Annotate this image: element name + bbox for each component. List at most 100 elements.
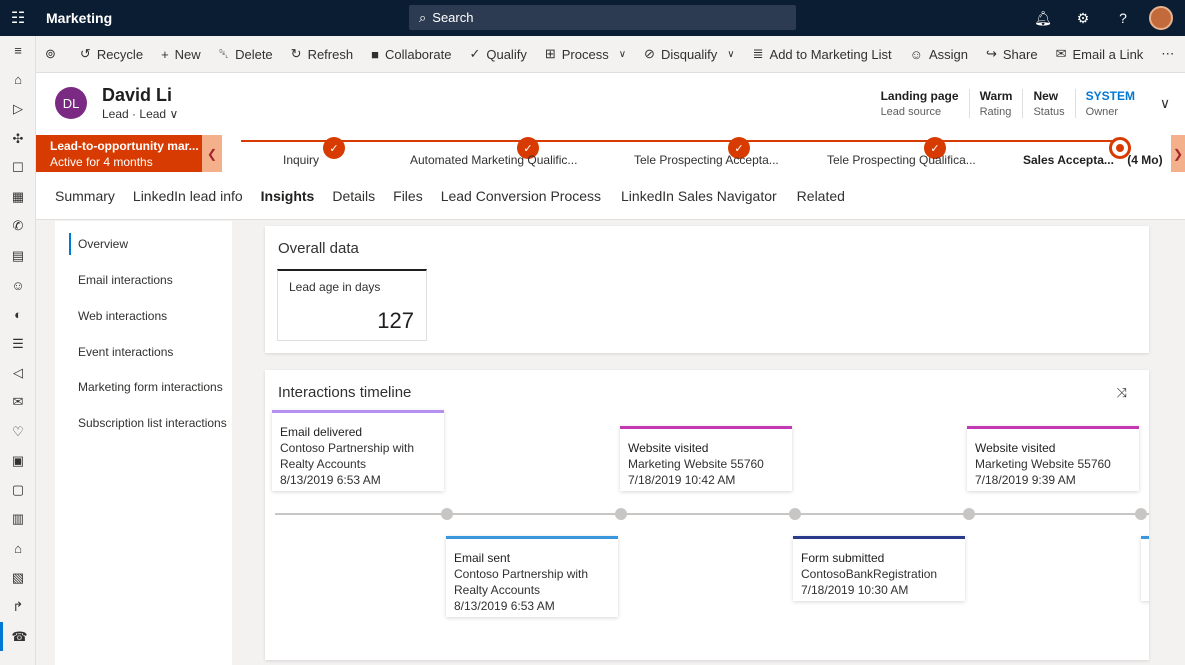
search-box[interactable]: ⌕ Search (409, 5, 796, 30)
help-icon[interactable]: ? (1103, 10, 1143, 26)
document-icon[interactable]: ☐ (0, 153, 36, 182)
side-item-marketing-form-interactions[interactable]: Marketing form interactions (69, 380, 223, 394)
chevron-right-icon[interactable]: ❯ (1171, 135, 1185, 172)
heart-icon[interactable]: ♡ (0, 417, 36, 446)
collaborate-button[interactable]: ■ Collaborate (362, 47, 460, 62)
stage-sales-acceptance[interactable]: Sales Accepta... (4 Mo) (1023, 153, 1163, 167)
interaction-date: 8/13/2019 6:53 AM (454, 599, 555, 613)
share-button[interactable]: ↪ Share (977, 46, 1047, 62)
refresh-icon: ↻ (290, 46, 302, 61)
megaphone-icon[interactable]: ◁ (0, 358, 36, 387)
delete-button[interactable]: ␡ Delete (210, 46, 282, 62)
user-avatar[interactable] (1149, 6, 1173, 30)
leads-icon[interactable]: ☎ (0, 621, 36, 652)
timeline-item-partial[interactable] (1141, 536, 1149, 601)
record-header: DL David Li Lead · Lead ∨ Landing page Le… (36, 73, 1185, 135)
person-icon[interactable]: ☺ (0, 270, 36, 299)
overall-data-title: Overall data (278, 240, 359, 257)
form-selector[interactable]: Lead ∨ (139, 107, 178, 121)
event-icon[interactable]: ▣ (0, 446, 36, 475)
tab-summary[interactable]: Summary (46, 188, 124, 204)
list-add-icon: ≣ (752, 46, 764, 61)
home-icon[interactable]: ⌂ (0, 65, 36, 94)
gear-icon[interactable]: ⚙ (1063, 10, 1103, 27)
tab-details[interactable]: Details (323, 188, 384, 204)
new-label: New (174, 46, 201, 62)
header-expand-chevron-icon[interactable]: ∨ (1145, 89, 1185, 118)
teams-icon: ■ (371, 46, 379, 62)
mail-icon[interactable]: ✉ (0, 388, 36, 417)
bell-icon[interactable]: 🔔︎ (1023, 10, 1063, 27)
record-name: David Li (102, 85, 173, 105)
process-flag[interactable]: Lead-to-opportunity mar... Active for 4 … (36, 135, 202, 172)
chevron-left-icon[interactable]: ❮ (202, 135, 222, 172)
app-name[interactable]: Marketing (46, 10, 112, 26)
assign-button[interactable]: ☺ Assign (901, 47, 977, 62)
stage-complete-icon[interactable]: ✓ (323, 137, 345, 159)
hamburger-icon[interactable]: ≡ (0, 36, 36, 65)
play-icon[interactable]: ▷ (0, 95, 36, 124)
bank-icon[interactable]: ⌂ (0, 534, 36, 563)
process-button[interactable]: ⊞ Process ∨ (536, 46, 635, 62)
left-nav: ≡ ⌂ ▷ ✣ ☐ ▦ ✆ ▤ ☺ ◐ ☰ ◁ ✉ ♡ ▣ ▢ ▥ ⌂ ▧ ↱ … (0, 36, 36, 665)
redirect-icon[interactable]: ↱ (0, 593, 36, 622)
shuffle-icon[interactable]: ⤨ (1117, 385, 1127, 401)
tab-linkedin-sales-navigator[interactable]: LinkedIn Sales Navigator (612, 188, 786, 204)
stage-tele-qualification[interactable]: Tele Prospecting Qualifica... (827, 153, 976, 167)
process-title: Lead-to-opportunity mar... (50, 139, 199, 153)
timeline-item[interactable]: Email sent Contoso Partnership with Real… (446, 536, 618, 617)
pin-icon[interactable]: ✣ (0, 124, 36, 153)
add-to-marketing-list-button[interactable]: ≣ Add to Marketing List (744, 46, 901, 62)
refresh-button[interactable]: ↻ Refresh (282, 46, 362, 62)
segments-icon[interactable]: ◐ (0, 300, 36, 329)
tab-lead-conversion-process[interactable]: Lead Conversion Process (432, 188, 610, 204)
stage-automated-marketing[interactable]: Automated Marketing Qualific... (410, 153, 577, 167)
side-item-subscription-list-interactions[interactable]: Subscription list interactions (69, 416, 227, 430)
history-button[interactable]: ⊚ (36, 46, 71, 62)
page-icon[interactable]: ▥ (0, 505, 36, 534)
interaction-type: Email delivered (280, 425, 363, 439)
timeline-item[interactable]: Website visited Marketing Website 55760 … (620, 426, 792, 491)
email-a-link-label: Email a Link (1072, 46, 1144, 62)
calendar-icon[interactable]: ▦ (0, 182, 36, 211)
qualify-button[interactable]: ✓ Qualify (460, 46, 535, 62)
interaction-detail: Realty Accounts (454, 583, 541, 597)
interaction-detail: ContosoBankRegistration (801, 567, 938, 581)
timeline-item[interactable]: Email delivered Contoso Partnership with… (272, 410, 444, 491)
notes-icon[interactable]: ▤ (0, 241, 36, 270)
lead-age-value: 127 (377, 308, 414, 333)
email-a-link-button[interactable]: ✉ Email a Link (1047, 46, 1153, 62)
header-field-rating: Warm Rating (968, 89, 1023, 118)
app-launcher-icon[interactable]: ☷ (0, 0, 36, 36)
process-line: ✓ ✓ ✓ ✓ (241, 137, 1131, 159)
new-button[interactable]: + New (152, 47, 210, 62)
side-item-web-interactions[interactable]: Web interactions (69, 309, 167, 323)
timeline-item[interactable]: Form submitted ContosoBankRegistration 7… (793, 536, 965, 601)
recycle-button[interactable]: ↺ Recycle (71, 46, 152, 62)
side-item-email-interactions[interactable]: Email interactions (69, 273, 173, 287)
phone-icon[interactable]: ✆ (0, 212, 36, 241)
side-item-overview[interactable]: Overview (69, 233, 128, 255)
search-placeholder: Search (432, 10, 474, 25)
interactions-timeline-card: Interactions timeline ⤨ Email delivered … (265, 370, 1149, 660)
tab-linkedin-lead-info[interactable]: LinkedIn lead info (124, 188, 252, 204)
history-icon: ⊚ (45, 46, 56, 61)
calendar-alt-icon[interactable]: ▢ (0, 475, 36, 504)
timeline-item[interactable]: Website visited Marketing Website 55760 … (967, 426, 1139, 491)
owner-link[interactable]: SYSTEM (1086, 89, 1135, 103)
side-item-event-interactions[interactable]: Event interactions (69, 345, 173, 359)
stage-inquiry[interactable]: Inquiry (283, 153, 319, 167)
stage-tele-acceptance[interactable]: Tele Prospecting Accepta... (634, 153, 779, 167)
status-label: Status (1033, 106, 1065, 118)
templates-icon[interactable]: ▧ (0, 563, 36, 592)
stage-duration: (4 Mo) (1127, 153, 1163, 167)
tab-insights[interactable]: Insights (252, 188, 324, 204)
lead-age-tile: Lead age in days 127 (277, 269, 427, 341)
more-commands-button[interactable]: ⋯ (1152, 46, 1183, 62)
disqualify-button[interactable]: ⊘ Disqualify ∨ (635, 46, 744, 62)
forms-icon[interactable]: ☰ (0, 329, 36, 358)
separator: · (132, 107, 137, 121)
avatar: DL (55, 87, 87, 119)
tab-files[interactable]: Files (384, 188, 432, 204)
tab-related[interactable]: Related (788, 188, 854, 204)
